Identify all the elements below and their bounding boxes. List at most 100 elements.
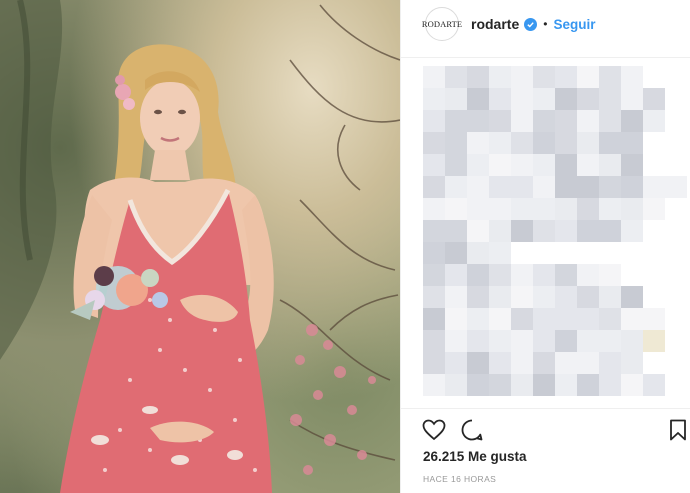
- mosaic-cell: [445, 198, 467, 220]
- mosaic-cell: [643, 176, 665, 198]
- mosaic-cell: [555, 330, 577, 352]
- mosaic-cell: [467, 110, 489, 132]
- mosaic-cell: [511, 154, 533, 176]
- instagram-post: RODARTE rodarte • Seguir 26.215 Me gusta…: [0, 0, 690, 493]
- mosaic-cell: [489, 286, 511, 308]
- mosaic-cell: [445, 308, 467, 330]
- mosaic-cell: [423, 110, 445, 132]
- mosaic-cell: [599, 220, 621, 242]
- mosaic-cell: [489, 330, 511, 352]
- post-timestamp[interactable]: HACE 16 HORAS: [423, 474, 496, 484]
- mosaic-cell: [577, 154, 599, 176]
- mosaic-cell: [489, 66, 511, 88]
- avatar[interactable]: RODARTE: [422, 7, 462, 41]
- mosaic-cell: [445, 154, 467, 176]
- mosaic-cell: [533, 66, 555, 88]
- mosaic-cell: [621, 176, 643, 198]
- mosaic-cell: [555, 198, 577, 220]
- mosaic-cell: [467, 264, 489, 286]
- mosaic-cell: [533, 110, 555, 132]
- mosaic-cell: [577, 110, 599, 132]
- mosaic-cell: [577, 286, 599, 308]
- mosaic-cell: [555, 154, 577, 176]
- mosaic-cell: [489, 198, 511, 220]
- mosaic-cell: [467, 330, 489, 352]
- mosaic-cell: [423, 198, 445, 220]
- follow-button[interactable]: Seguir: [553, 17, 595, 32]
- mosaic-cell: [533, 132, 555, 154]
- mosaic-cell: [643, 198, 665, 220]
- mosaic-cell: [599, 330, 621, 352]
- mosaic-cell: [533, 374, 555, 396]
- actions-divider: [401, 408, 690, 409]
- mosaic-cell: [577, 220, 599, 242]
- likes-count[interactable]: 26.215 Me gusta: [423, 449, 527, 464]
- mosaic-cell: [423, 374, 445, 396]
- mosaic-cell: [621, 220, 643, 242]
- mosaic-cell: [489, 352, 511, 374]
- mosaic-cell: [445, 220, 467, 242]
- mosaic-cell: [533, 88, 555, 110]
- mosaic-cell: [467, 374, 489, 396]
- separator-dot: •: [543, 17, 548, 31]
- like-button[interactable]: [421, 417, 447, 443]
- mosaic-cell: [423, 352, 445, 374]
- mosaic-cell: [423, 330, 445, 352]
- mosaic-cell: [533, 198, 555, 220]
- mosaic-cell: [599, 154, 621, 176]
- mosaic-cell: [511, 330, 533, 352]
- mosaic-cell: [555, 88, 577, 110]
- mosaic-cell: [621, 110, 643, 132]
- mosaic-cell: [467, 352, 489, 374]
- mosaic-cell: [489, 264, 511, 286]
- mosaic-cell: [577, 308, 599, 330]
- mosaic-cell: [445, 110, 467, 132]
- post-header: RODARTE rodarte • Seguir: [401, 0, 690, 48]
- mosaic-cell: [643, 308, 665, 330]
- action-bar: [421, 417, 690, 443]
- mosaic-cell: [423, 264, 445, 286]
- mosaic-cell: [599, 110, 621, 132]
- mosaic-cell: [577, 176, 599, 198]
- mosaic-cell: [599, 374, 621, 396]
- mosaic-cell: [489, 154, 511, 176]
- mosaic-cell: [467, 88, 489, 110]
- mosaic-cell: [445, 66, 467, 88]
- comment-button[interactable]: [459, 417, 485, 443]
- mosaic-cell: [445, 264, 467, 286]
- mosaic-cell: [511, 264, 533, 286]
- mosaic-cell: [467, 154, 489, 176]
- mosaic-cell: [445, 132, 467, 154]
- mosaic-cell: [511, 176, 533, 198]
- mosaic-cell: [555, 374, 577, 396]
- mosaic-cell: [489, 176, 511, 198]
- mosaic-cell: [599, 286, 621, 308]
- mosaic-cell: [599, 308, 621, 330]
- mosaic-cell: [511, 132, 533, 154]
- username-link[interactable]: rodarte: [471, 16, 519, 32]
- mosaic-cell: [423, 154, 445, 176]
- mosaic-cell: [511, 308, 533, 330]
- mosaic-cell: [599, 66, 621, 88]
- mosaic-cell: [467, 308, 489, 330]
- mosaic-cell: [621, 374, 643, 396]
- mosaic-cell: [511, 220, 533, 242]
- mosaic-cell: [621, 88, 643, 110]
- mosaic-cell: [423, 88, 445, 110]
- mosaic-cell: [511, 110, 533, 132]
- mosaic-cell: [423, 286, 445, 308]
- save-button[interactable]: [665, 417, 690, 443]
- mosaic-cell: [621, 66, 643, 88]
- mosaic-cell: [423, 308, 445, 330]
- mosaic-cell: [577, 374, 599, 396]
- mosaic-cell: [533, 154, 555, 176]
- mosaic-cell: [467, 66, 489, 88]
- mosaic-cell: [445, 176, 467, 198]
- post-photo[interactable]: [0, 0, 400, 493]
- mosaic-cell: [423, 176, 445, 198]
- mosaic-cell: [599, 198, 621, 220]
- mosaic-cell: [511, 88, 533, 110]
- mosaic-cell: [489, 132, 511, 154]
- mosaic-cell: [511, 352, 533, 374]
- mosaic-cell: [511, 66, 533, 88]
